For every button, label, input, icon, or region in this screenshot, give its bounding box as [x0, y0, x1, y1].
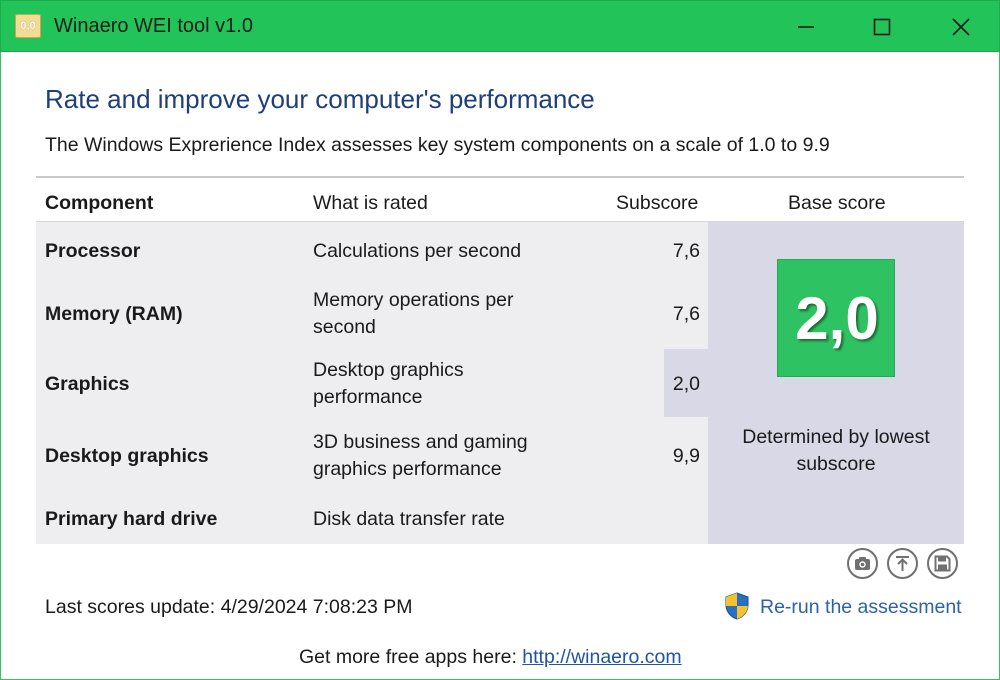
row-memory-component: Memory (RAM): [45, 303, 183, 325]
row-graphics-what: Desktop graphics performance: [313, 359, 464, 408]
close-icon: [952, 18, 970, 36]
minimize-icon: [798, 26, 814, 28]
footer: Get more free apps here: http://winaero.…: [299, 646, 682, 669]
window-title: Winaero WEI tool v1.0: [54, 15, 253, 37]
row-memory-subscore: 7,6: [672, 303, 700, 325]
upload-icon: [896, 556, 909, 571]
row-processor-component: Processor: [45, 240, 141, 262]
rerun-assessment-link[interactable]: Re-run the assessment: [760, 596, 962, 619]
base-score-note: Determined by lowest subscore: [742, 426, 930, 475]
uac-shield-icon: [725, 592, 749, 620]
column-header-what: What is rated: [313, 192, 428, 214]
base-score-value: 2,0: [795, 285, 879, 352]
row-graphics-component: Graphics: [45, 373, 130, 395]
base-score-tile: 2,0: [777, 259, 895, 377]
row-processor-subscore: 7,6: [672, 240, 700, 262]
last-update-text: Last scores update: 4/29/2024 7:08:23 PM: [45, 596, 413, 619]
row-memory-what: Memory operations per second: [313, 289, 514, 338]
maximize-button[interactable]: [852, 1, 912, 53]
maximize-icon: [873, 18, 891, 36]
page-subtitle: The Windows Exprerience Index assesses k…: [45, 134, 830, 156]
close-button[interactable]: [931, 1, 991, 53]
share-button[interactable]: [887, 548, 918, 579]
winaero-link[interactable]: http://winaero.com: [522, 646, 681, 668]
row-hard-drive-what: Disk data transfer rate: [313, 508, 505, 530]
save-icon: [934, 555, 951, 572]
row-processor-what: Calculations per second: [313, 240, 522, 262]
camera-icon: [855, 557, 870, 570]
row-graphics-subscore: 2,0: [672, 373, 700, 395]
column-header-subscore: Subscore: [616, 192, 699, 214]
app-icon: 0,0: [15, 14, 41, 38]
row-hard-drive-component: Primary hard drive: [45, 508, 218, 530]
page-heading: Rate and improve your computer's perform…: [45, 84, 595, 114]
save-button[interactable]: [927, 548, 958, 579]
last-update-value: 4/29/2024 7:08:23 PM: [220, 596, 413, 618]
last-update-label: Last scores update:: [45, 596, 216, 618]
scores-table: Component What is rated Subscore Base sc…: [36, 176, 964, 544]
row-desktop-graphics-subscore: 9,9: [672, 445, 700, 467]
row-desktop-graphics-what: 3D business and gaming graphics performa…: [313, 431, 528, 480]
screenshot-button[interactable]: [847, 548, 878, 579]
minimize-button[interactable]: [776, 1, 836, 53]
row-desktop-graphics-component: Desktop graphics: [45, 445, 209, 467]
title-bar[interactable]: 0,0 Winaero WEI tool v1.0: [0, 0, 1000, 52]
footer-text: Get more free apps here:: [299, 646, 517, 668]
column-header-base-score: Base score: [788, 192, 886, 214]
column-header-component: Component: [45, 192, 154, 214]
